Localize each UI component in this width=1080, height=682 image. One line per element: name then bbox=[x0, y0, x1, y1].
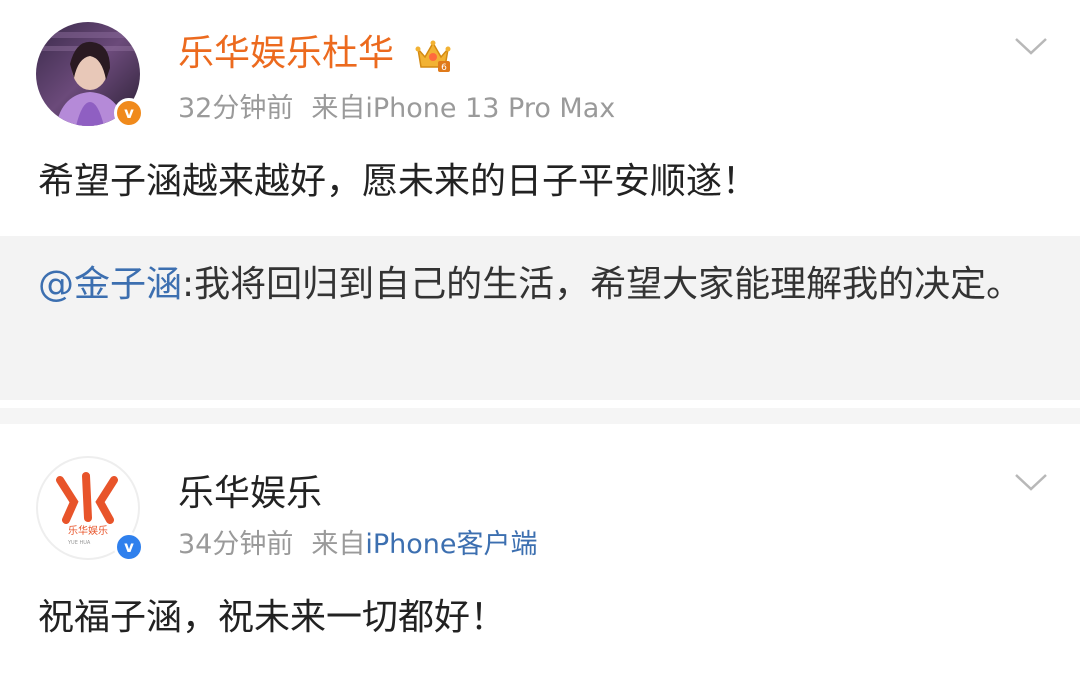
post-meta: 34分钟前 来自iPhone客户端 bbox=[178, 528, 538, 562]
verified-badge-icon: v bbox=[114, 98, 144, 128]
logo-text: 乐华娱乐 bbox=[68, 524, 108, 537]
username[interactable]: 乐华娱乐杜华 bbox=[178, 32, 394, 76]
avatar[interactable]: v bbox=[36, 22, 144, 128]
post-text: 祝福子涵，祝未来一切都好！ bbox=[38, 597, 507, 638]
vip-crown-icon: 6 bbox=[414, 37, 452, 73]
post-time: 32分钟前 bbox=[178, 93, 294, 124]
username[interactable]: 乐华娱乐 bbox=[178, 472, 322, 516]
verified-badge-icon: v bbox=[114, 532, 144, 562]
post-time: 34分钟前 bbox=[178, 529, 294, 560]
vip-level: 6 bbox=[441, 63, 447, 73]
source-prefix: 来自 bbox=[311, 93, 366, 124]
repost-body: :我将回归到自己的生活，希望大家能理解我的决定。 bbox=[182, 264, 1023, 305]
logo-subtext: YUE HUA bbox=[67, 540, 91, 546]
post-card[interactable]: v 乐华娱乐杜华 6 32分钟前 来自iPhone 13 Pro Max 希望子涵… bbox=[0, 0, 1080, 408]
source-device: iPhone 13 Pro Max bbox=[365, 93, 616, 124]
source-device[interactable]: iPhone客户端 bbox=[365, 529, 537, 560]
source-prefix: 来自 bbox=[311, 529, 366, 560]
avatar[interactable]: 乐华娱乐 YUE HUA v bbox=[36, 456, 144, 562]
repost-box[interactable]: @金子涵:我将回归到自己的生活，希望大家能理解我的决定。 bbox=[0, 236, 1080, 400]
post-card[interactable]: 乐华娱乐 YUE HUA v 乐华娱乐 34分钟前 来自iPhone客户端 祝福子… bbox=[0, 424, 1080, 682]
repost-text: @金子涵:我将回归到自己的生活，希望大家能理解我的决定。 bbox=[38, 258, 1048, 312]
chevron-down-icon[interactable] bbox=[1014, 36, 1048, 56]
post-meta: 32分钟前 来自iPhone 13 Pro Max bbox=[178, 92, 615, 126]
chevron-down-icon[interactable] bbox=[1014, 472, 1048, 492]
weibo-feed: v 乐华娱乐杜华 6 32分钟前 来自iPhone 13 Pro Max 希望子涵… bbox=[0, 0, 1080, 682]
post-text: 希望子涵越来越好，愿未来的日子平安顺遂！ bbox=[38, 161, 759, 202]
mention-link[interactable]: @金子涵 bbox=[38, 264, 182, 305]
